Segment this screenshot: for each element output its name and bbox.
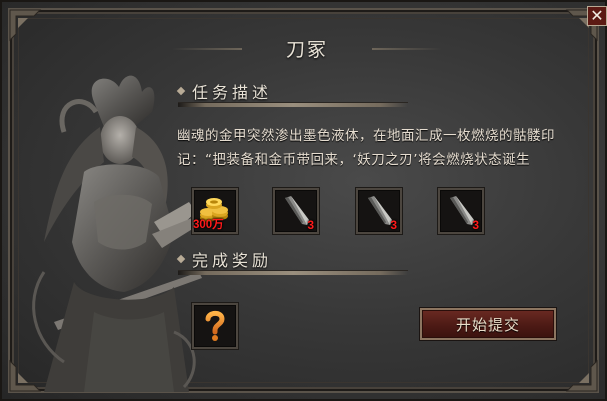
requirement-slot-blade[interactable]: 3 <box>356 188 402 234</box>
requirement-slot-blade[interactable]: 3 <box>273 188 319 234</box>
title-bar: 刀冢 <box>172 30 442 66</box>
reward-slot[interactable] <box>192 303 238 349</box>
dialog-title: 刀冢 <box>285 38 328 61</box>
corner-ornament-icon <box>9 9 42 42</box>
reward-section-heading: 完成奖励 <box>176 247 273 271</box>
submit-button[interactable]: 开始提交 <box>420 308 556 340</box>
question-mark-icon <box>205 310 225 341</box>
title-ornament <box>172 48 242 50</box>
requirement-slot-gold[interactable]: 300万 <box>192 188 238 234</box>
hero-statue-image <box>32 75 202 392</box>
requirement-quantity: 3 <box>472 218 479 232</box>
task-description: 幽魂的金甲突然渗出墨色液体，在地面汇成一枚燃烧的骷髅印记：“把装备和金币带回来，… <box>177 128 555 168</box>
heading-diamond-icon <box>176 254 186 264</box>
close-button[interactable]: ✕ <box>587 6 607 26</box>
close-icon: ✕ <box>590 6 604 25</box>
reward-heading-label: 完成奖励 <box>192 251 273 270</box>
heading-diamond-icon <box>176 86 186 96</box>
section-divider <box>178 270 408 275</box>
corner-ornament-icon <box>565 359 598 392</box>
requirement-quantity: 300万 <box>193 219 224 231</box>
task-section-heading: 任务描述 <box>176 79 273 103</box>
task-heading-label: 任务描述 <box>192 83 273 102</box>
section-divider <box>178 102 408 107</box>
requirement-quantity: 3 <box>307 218 314 232</box>
title-ornament <box>372 48 442 50</box>
quest-dialog: 刀冢 ✕ 任务描述 幽魂的金甲突然渗出墨色液体，在地面汇成一枚燃烧的骷髅印记：“… <box>0 0 607 401</box>
requirement-quantity: 3 <box>390 218 397 232</box>
requirement-slot-blade[interactable]: 3 <box>438 188 484 234</box>
